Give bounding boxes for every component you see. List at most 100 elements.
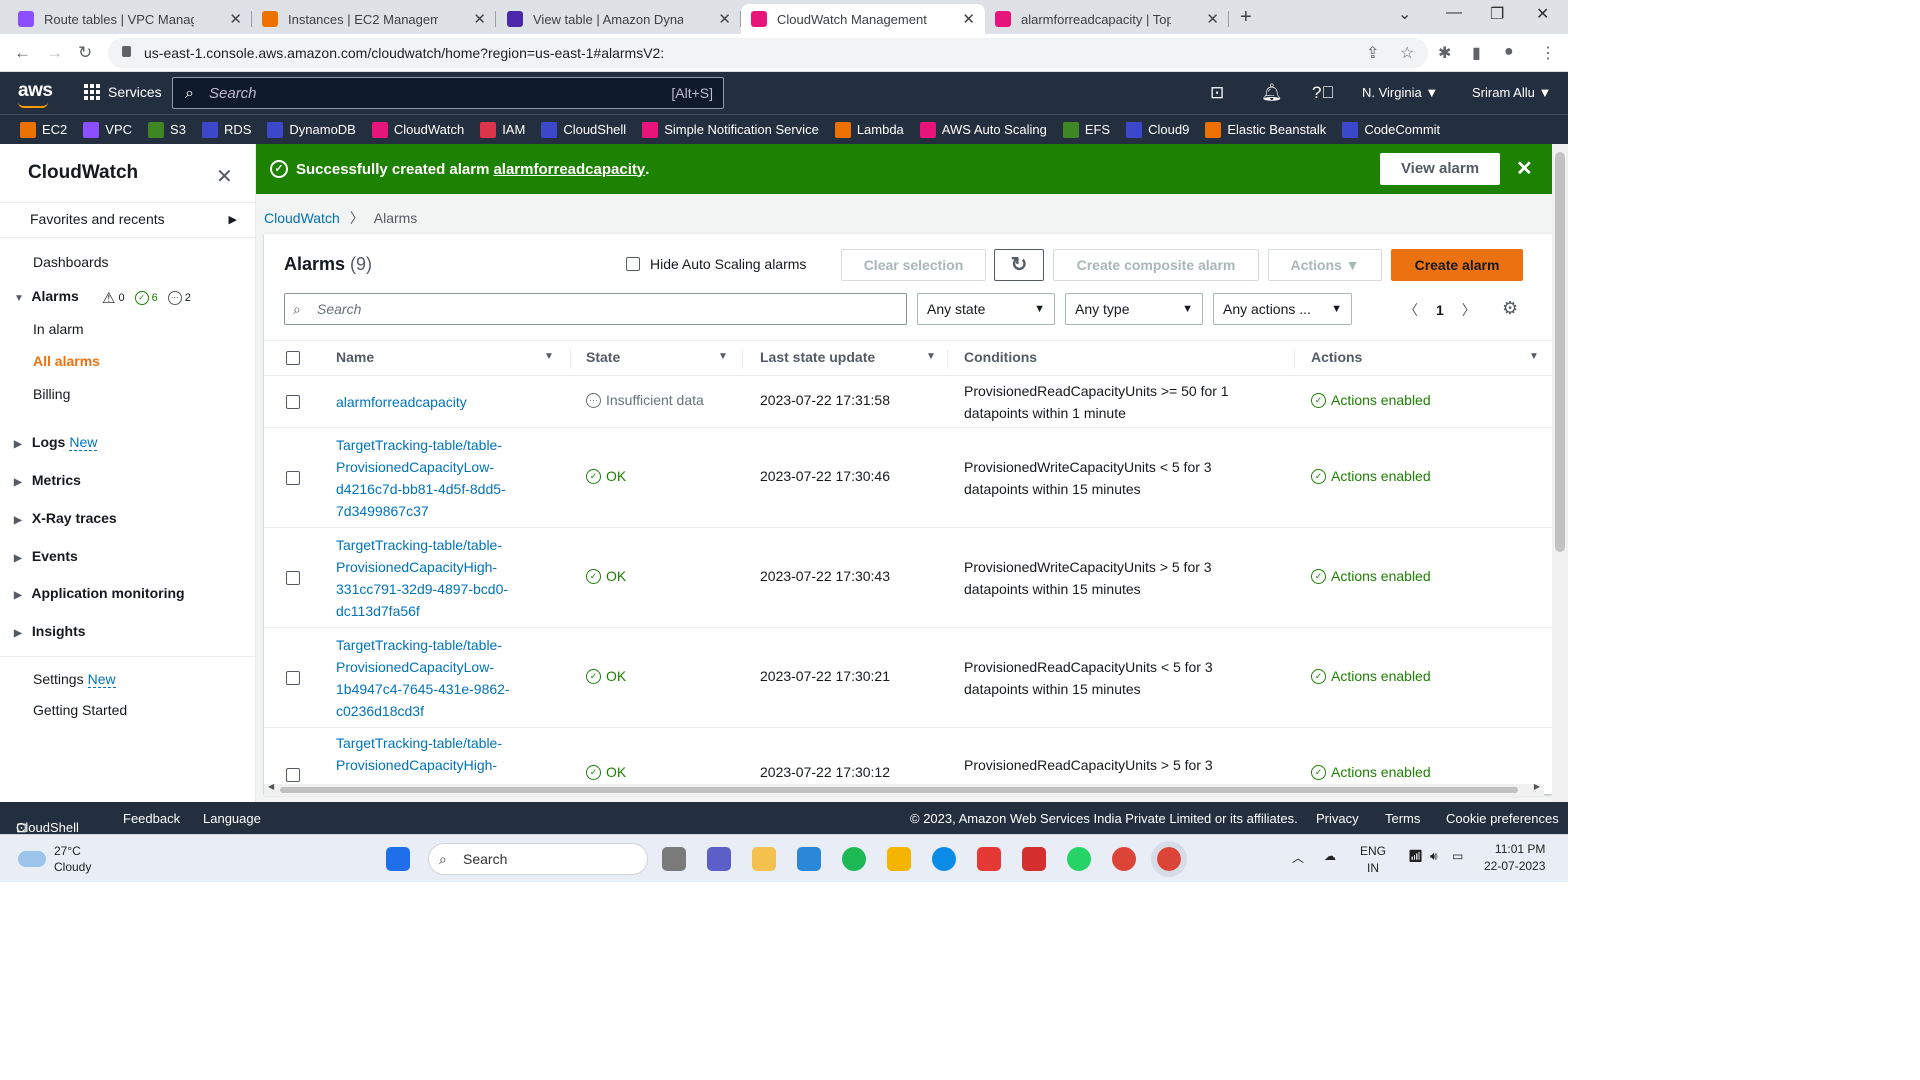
profile-avatar[interactable]: ● [1504,43,1514,61]
footer-privacy[interactable]: Privacy [1316,811,1359,826]
side-panel-icon[interactable]: ▮ [1472,43,1481,63]
close-icon[interactable]: ✕ [1516,156,1533,181]
browser-tab[interactable]: Route tables | VPC Management ✕ [8,4,252,34]
close-tab-icon[interactable]: ✕ [962,10,975,28]
table-row[interactable]: TargetTracking-table/table-ProvisionedCa… [264,428,1552,528]
browser-tab[interactable]: Instances | EC2 Management Cor ✕ [252,4,496,34]
aws-search-input[interactable]: ⌕ Search [Alt+S] [172,77,724,109]
footer-feedback[interactable]: Feedback [123,811,180,826]
favorite-cloudshell[interactable]: CloudShell [541,121,626,138]
edge-icon[interactable] [932,847,956,871]
sidebar-item-alarms[interactable]: ▼ Alarms [14,288,79,304]
table-row[interactable]: TargetTracking-table/table-ProvisionedCa… [264,528,1552,628]
favorite-ec2[interactable]: EC2 [20,121,67,138]
chevron-up-icon[interactable]: ︿ [1292,849,1304,866]
address-bar[interactable]: us-east-1.console.aws.amazon.com/cloudwa… [108,38,1428,68]
volume-icon[interactable]: 🔊︎ [1430,849,1438,864]
create-composite-alarm-button[interactable]: Create composite alarm [1053,249,1259,281]
page-number[interactable]: 1 [1436,302,1444,318]
alarm-name-link[interactable]: TargetTracking-table/table-ProvisionedCa… [336,634,546,722]
sidebar-item-all-alarms[interactable]: All alarms [33,353,100,369]
favorite-iam[interactable]: IAM [480,121,525,138]
onedrive-icon[interactable]: ☁ [1324,849,1336,863]
checkbox[interactable] [626,257,640,271]
vertical-scrollbar[interactable] [1552,144,1568,802]
alarm-name-link[interactable]: TargetTracking-table/table-ProvisionedCa… [336,534,546,622]
sidebar-item-logs[interactable]: ▶ Logs New [14,434,98,451]
help-app-icon[interactable] [797,847,821,871]
close-tab-icon[interactable]: ✕ [1206,10,1219,28]
row-checkbox[interactable] [286,671,300,685]
column-header-actions[interactable]: Actions ▼ [1311,349,1539,365]
browser-menu-icon[interactable]: ⋮ [1540,43,1556,63]
chrome-active-icon[interactable] [1151,841,1187,877]
sidebar-item-metrics[interactable]: ▶ Metrics [14,472,81,488]
sidebar-item-app-monitoring[interactable]: ▶ Application monitoring [14,585,185,601]
weather-widget[interactable]: 27°C Cloudy [18,843,91,875]
share-icon[interactable]: ⇪ [1366,43,1379,63]
next-page-icon[interactable]: 〉 [1462,300,1476,320]
browser-tab[interactable]: alarmforreadcapacity | Topics | Ar ✕ [985,4,1229,34]
favorite-cloud9[interactable]: Cloud9 [1126,121,1189,138]
browser-tab[interactable]: CloudWatch Management Conso ✕ [741,4,985,34]
sidebar-item-settings[interactable]: Settings New [33,671,116,688]
breadcrumb-cloudwatch[interactable]: CloudWatch [264,210,340,226]
language-indicator[interactable]: ENG IN [1360,843,1386,877]
row-checkbox[interactable] [286,471,300,485]
favorite-elastic-beanstalk[interactable]: Elastic Beanstalk [1205,121,1326,138]
maximize-icon[interactable]: ❐ [1490,4,1504,24]
close-tab-icon[interactable]: ✕ [718,10,731,28]
footer-language[interactable]: Language [203,811,261,826]
prev-page-icon[interactable]: 〈 [1404,300,1418,320]
flash-alarm-link[interactable]: alarmforreadcapacity [493,161,645,178]
sidebar-item-events[interactable]: ▶ Events [14,548,78,564]
region-selector[interactable]: N. Virginia ▼ [1362,85,1438,100]
battery-icon[interactable]: ▭ [1452,849,1463,863]
refresh-button[interactable]: ↻ [994,249,1044,281]
file-explorer-icon[interactable] [887,847,911,871]
store-icon[interactable] [752,847,776,871]
notifications-bell-icon[interactable]: 🔔︎ [1261,83,1283,103]
spotify-icon[interactable] [842,847,866,871]
column-header-state[interactable]: State ▼ [586,349,728,365]
favorite-codecommit[interactable]: CodeCommit [1342,121,1440,138]
cloudshell-icon[interactable]: ⊡ [1210,83,1224,103]
clock[interactable]: 11:01 PM 22-07-2023 [1484,841,1545,875]
favorites-and-recents[interactable]: Favorites and recents ▶ [0,202,255,238]
user-menu[interactable]: Sriram Allu ▼ [1472,85,1551,100]
favorite-rds[interactable]: RDS [201,121,251,138]
mcafee-icon[interactable] [1022,847,1046,871]
anydesk-icon[interactable] [977,847,1001,871]
teams-icon[interactable] [707,847,731,871]
reload-icon[interactable]: ↻ [78,43,92,63]
clear-selection-button[interactable]: Clear selection [841,249,986,281]
forward-icon[interactable]: → [46,43,63,63]
alarms-search-input[interactable]: ⌕ Search [284,293,907,325]
sidebar-item-dashboards[interactable]: Dashboards [33,254,109,270]
favorite-simple-notification-service[interactable]: Simple Notification Service [642,121,819,138]
row-checkbox[interactable] [286,395,300,409]
new-tab-button[interactable]: + [1240,6,1252,29]
browser-tab[interactable]: View table | Amazon DynamoDB ✕ [497,4,741,34]
table-row[interactable]: alarmforreadcapacity ··· Insufficient data… [264,376,1552,428]
actions-dropdown[interactable]: Actions ▼ [1268,249,1382,281]
favorite-s3[interactable]: S3 [148,121,186,138]
taskbar-search[interactable]: ⌕ Search [428,843,648,875]
hide-autoscaling-checkbox[interactable]: Hide Auto Scaling alarms [626,256,806,272]
alarm-name-link[interactable]: alarmforreadcapacity [336,391,546,413]
sidebar-item-billing[interactable]: Billing [33,386,70,402]
whatsapp-icon[interactable] [1067,847,1091,871]
back-icon[interactable]: ← [14,43,31,63]
row-checkbox[interactable] [286,768,300,782]
wifi-icon[interactable]: 📶︎ [1408,849,1423,863]
type-filter-select[interactable]: Any type ▼ [1065,293,1203,325]
tab-search-icon[interactable]: ⌄ [1398,4,1411,24]
close-tab-icon[interactable]: ✕ [229,10,242,28]
windows-start-icon[interactable] [386,847,410,871]
bookmark-star-icon[interactable]: ☆ [1400,43,1414,63]
task-view-icon[interactable] [662,847,686,871]
aws-logo[interactable]: aws [18,80,53,108]
column-header-name[interactable]: Name ▼ [336,349,554,365]
create-alarm-button[interactable]: Create alarm [1391,249,1523,281]
sidebar-item-in-alarm[interactable]: In alarm [33,321,84,337]
